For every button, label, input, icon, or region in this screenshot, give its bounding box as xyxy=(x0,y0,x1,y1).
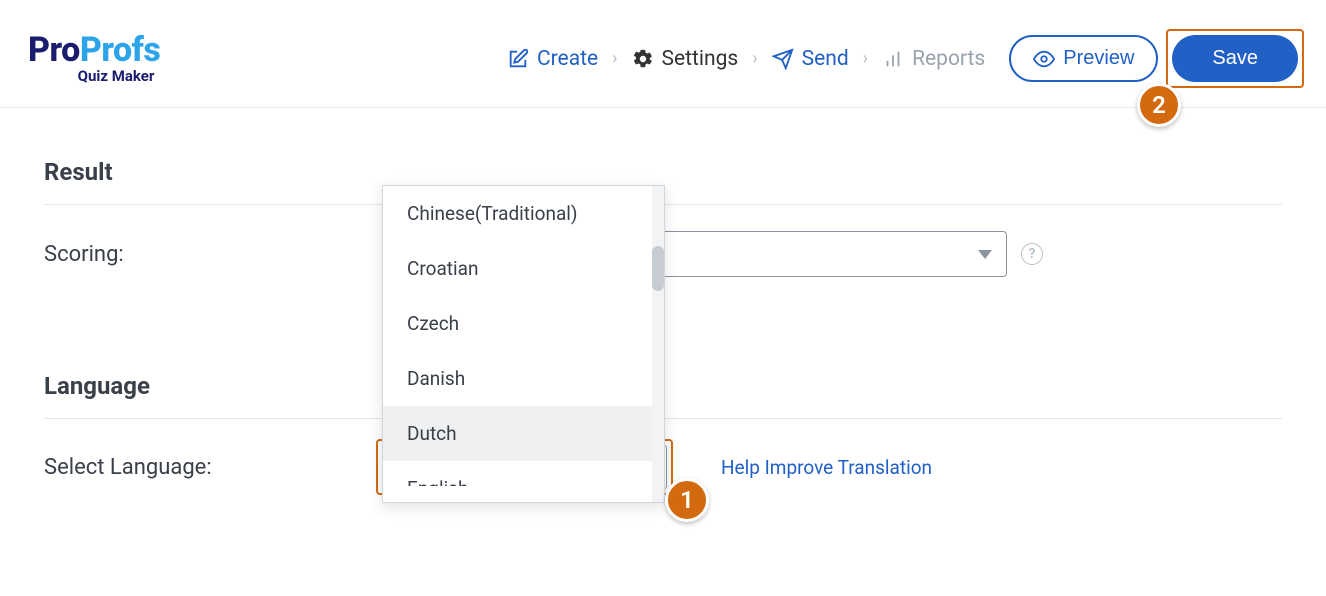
callout-2: 2 xyxy=(1137,83,1181,127)
breadcrumb-settings[interactable]: Settings xyxy=(632,47,739,71)
breadcrumb-reports[interactable]: Reports xyxy=(882,47,985,71)
nav-right: Create › Settings › Send › Re xyxy=(507,35,1298,82)
send-icon xyxy=(772,48,794,70)
help-improve-translation-link[interactable]: Help Improve Translation xyxy=(721,456,932,479)
breadcrumb: Create › Settings › Send › Re xyxy=(507,47,985,71)
language-dropdown[interactable]: Chinese(Traditional) Croatian Czech Dani… xyxy=(382,185,665,503)
save-button-wrap: Save xyxy=(1172,35,1298,82)
breadcrumb-label: Settings xyxy=(662,47,739,71)
dropdown-option[interactable]: Chinese(Traditional) xyxy=(383,186,664,241)
bar-chart-icon xyxy=(882,48,904,70)
breadcrumb-send[interactable]: Send xyxy=(772,47,849,71)
chevron-right-icon: › xyxy=(863,48,868,69)
logo[interactable]: ProProfs Quiz Maker xyxy=(28,33,160,84)
dropdown-option[interactable]: English xyxy=(383,461,664,486)
dropdown-option-selected[interactable]: Dutch xyxy=(383,406,664,461)
save-label: Save xyxy=(1212,47,1258,70)
scrollbar-thumb[interactable] xyxy=(652,246,664,291)
chevron-right-icon: › xyxy=(612,48,617,69)
breadcrumb-label: Reports xyxy=(912,47,985,71)
gear-icon xyxy=(632,48,654,70)
preview-label: Preview xyxy=(1063,47,1134,70)
breadcrumb-label: Create xyxy=(537,47,598,71)
breadcrumb-label: Send xyxy=(802,47,849,71)
topbar: ProProfs Quiz Maker Create › Settings › xyxy=(0,0,1326,108)
chevron-down-icon xyxy=(978,250,992,259)
help-icon[interactable]: ? xyxy=(1021,243,1043,265)
callout-1: 1 xyxy=(665,478,709,522)
chevron-right-icon: › xyxy=(752,48,757,69)
dropdown-option[interactable]: Czech xyxy=(383,296,664,351)
logo-part1: Pro xyxy=(28,30,80,70)
breadcrumb-create[interactable]: Create xyxy=(507,47,598,71)
preview-button[interactable]: Preview xyxy=(1009,35,1158,82)
eye-icon xyxy=(1033,48,1055,70)
edit-icon xyxy=(507,48,529,70)
scrollbar-track[interactable] xyxy=(652,186,664,502)
select-language-label: Select Language: xyxy=(44,455,382,480)
logo-part2: Profs xyxy=(80,30,161,70)
save-button[interactable]: Save xyxy=(1172,35,1298,82)
dropdown-option[interactable]: Danish xyxy=(383,351,664,406)
scoring-label: Scoring: xyxy=(44,242,382,267)
logo-subtitle: Quiz Maker xyxy=(28,69,160,84)
dropdown-option[interactable]: Croatian xyxy=(383,241,664,296)
